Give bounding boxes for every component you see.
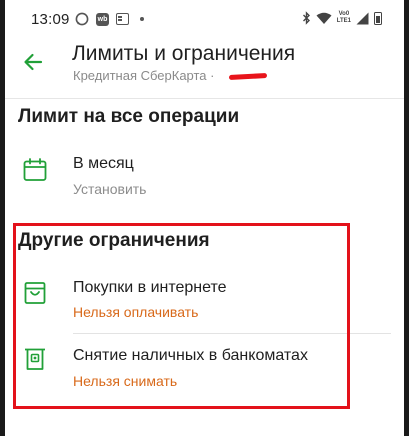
system-icons: Vo0 LTE1 (302, 11, 382, 25)
section-title-all-operations: Лимит на все операции (18, 106, 240, 127)
highlight-annotation-box (13, 223, 350, 409)
list-item-status: Установить (73, 181, 147, 197)
list-item-monthly-limit[interactable]: В месяц Установить (5, 146, 404, 206)
status-bar: 13:09 wb Vo0 LTE1 (5, 0, 404, 38)
news-icon (116, 13, 129, 25)
back-button[interactable] (19, 48, 47, 76)
notification-icons: wb (75, 12, 144, 26)
bluetooth-icon (302, 11, 310, 25)
battery-icon (374, 11, 382, 25)
redaction-mark (228, 73, 268, 80)
volte-line2: LTE1 (336, 18, 351, 24)
volte-icon: Vo0 LTE1 (337, 11, 351, 25)
more-notifications-icon (140, 17, 144, 21)
calendar-icon (23, 158, 47, 181)
status-time: 13:09 (31, 11, 70, 28)
signal-icon (356, 12, 369, 24)
wifi-icon (316, 12, 332, 24)
app-bar: Лимиты и ограничения Кредитная СберКарта… (5, 38, 404, 96)
whatsapp-icon (75, 12, 89, 26)
list-item-label: В месяц (73, 155, 134, 172)
arrow-left-icon (24, 53, 43, 71)
card-name: Кредитная СберКарта · (73, 68, 215, 83)
volte-line1: Vo0 (338, 11, 350, 17)
page-title: Лимиты и ограничения (72, 42, 296, 65)
header-divider (5, 98, 404, 99)
phone-screen: 13:09 wb Vo0 LTE1 Лимиты и ограничения К… (5, 0, 404, 436)
wb-icon: wb (96, 12, 109, 26)
